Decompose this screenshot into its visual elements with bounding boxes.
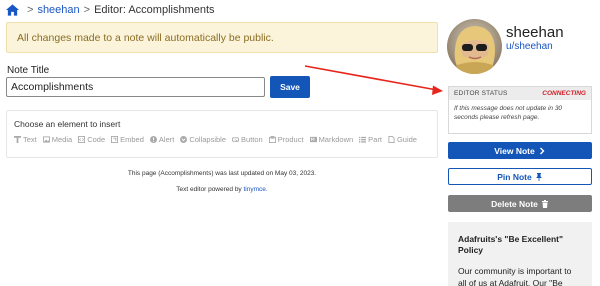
insert-guide-button[interactable]: Guide xyxy=(388,135,417,144)
editor-status-label: EDITOR STATUS xyxy=(454,90,508,97)
delete-note-button[interactable]: Delete Note xyxy=(448,195,592,212)
profile-handle-link[interactable]: u/sheehan xyxy=(506,41,553,52)
insert-part-button[interactable]: Part xyxy=(359,135,382,144)
text-icon xyxy=(14,136,21,143)
breadcrumb-separator: > xyxy=(27,4,34,16)
editor-status-box: EDITOR STATUS CONNECTING If this message… xyxy=(448,86,592,134)
alert-icon xyxy=(149,136,157,143)
button-icon xyxy=(232,137,240,142)
embed-icon xyxy=(111,136,119,143)
insert-alert-button[interactable]: Alert xyxy=(149,135,174,144)
editor-status-state: CONNECTING xyxy=(542,90,586,97)
insert-embed-button[interactable]: Embed xyxy=(111,135,144,144)
alert-text: All changes made to a note will automati… xyxy=(17,31,274,44)
insert-text-button[interactable]: Text xyxy=(14,135,37,144)
insert-heading: Choose an element to insert xyxy=(14,119,121,129)
editor-status-header: EDITOR STATUS CONNECTING xyxy=(449,87,591,100)
save-button[interactable]: Save xyxy=(270,76,310,98)
insert-product-button[interactable]: Product xyxy=(268,135,304,144)
insert-markdown-button[interactable]: Markdown xyxy=(309,135,353,144)
powered-by-text: Text editor powered by tinymce. xyxy=(176,186,268,193)
insert-items: Text Media Code Embed Alert Collapsible … xyxy=(14,135,430,144)
insert-collapsible-button[interactable]: Collapsible xyxy=(180,135,226,144)
media-icon xyxy=(42,136,50,143)
product-icon xyxy=(268,136,276,143)
thumbtack-icon xyxy=(535,172,542,181)
insert-element-panel: Choose an element to insert Text Media C… xyxy=(6,110,438,158)
breadcrumb: > sheehan > Editor: Accomplishments xyxy=(6,3,215,17)
chevron-right-icon xyxy=(539,147,545,154)
breadcrumb-user-link[interactable]: sheehan xyxy=(37,4,79,16)
note-title-input[interactable] xyxy=(6,77,265,97)
trash-icon xyxy=(541,199,548,208)
markdown-icon xyxy=(309,136,317,143)
pin-note-button[interactable]: Pin Note xyxy=(448,168,592,185)
last-updated-text: This page (Accomplishments) was last upd… xyxy=(127,170,317,177)
home-icon[interactable] xyxy=(6,4,19,16)
insert-code-button[interactable]: Code xyxy=(78,135,105,144)
view-note-button[interactable]: View Note xyxy=(448,142,592,159)
policy-text: Our community is important to all of us … xyxy=(458,265,572,286)
breadcrumb-separator: > xyxy=(83,4,91,16)
code-icon xyxy=(78,136,86,143)
policy-title: Adafruits's "Be Excellent" Policy xyxy=(458,234,564,256)
insert-button-button[interactable]: Button xyxy=(232,135,263,144)
collapsible-icon xyxy=(180,136,188,143)
editor-status-message: If this message does not update in 30 se… xyxy=(454,105,563,122)
tinymce-link[interactable]: tinymce. xyxy=(244,186,268,193)
public-notice-alert: All changes made to a note will automati… xyxy=(6,22,438,53)
profile-name: sheehan xyxy=(506,24,564,41)
note-title-label: Note Title xyxy=(7,65,50,76)
avatar[interactable] xyxy=(447,19,502,74)
guide-icon xyxy=(388,136,395,143)
policy-box: Adafruits's "Be Excellent" Policy Our co… xyxy=(448,222,592,286)
breadcrumb-current: Editor: Accomplishments xyxy=(94,4,215,16)
part-icon xyxy=(359,136,367,143)
insert-media-button[interactable]: Media xyxy=(42,135,72,144)
